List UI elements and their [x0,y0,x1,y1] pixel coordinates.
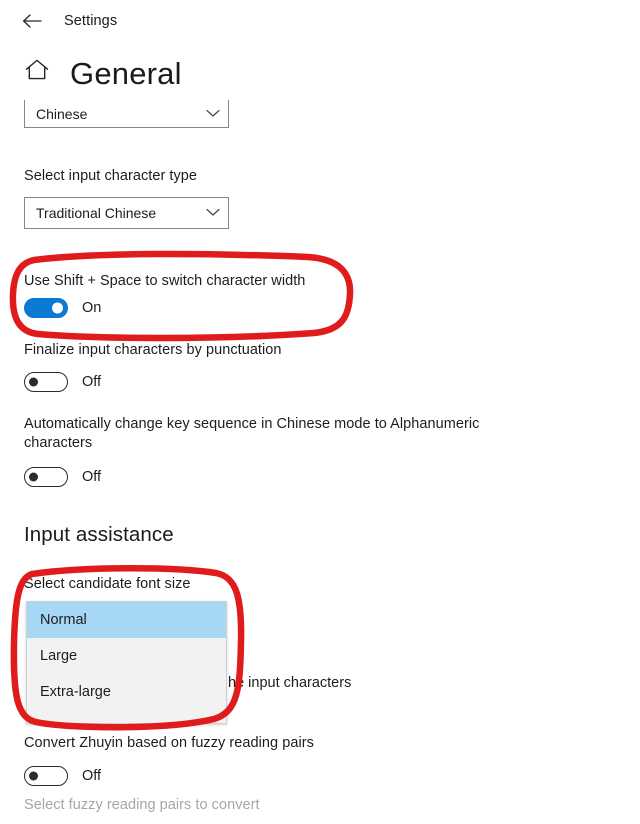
dropdown-option-normal[interactable]: Normal [27,602,226,638]
language-combobox-value: Chinese [36,105,88,122]
input-character-type-combobox[interactable]: Traditional Chinese [24,197,229,229]
input-character-type-value: Traditional Chinese [36,205,157,221]
dropdown-option-label: Extra-large [40,684,111,700]
auto-key-sequence-toggle[interactable] [24,467,68,487]
input-assistance-heading: Input assistance [24,523,174,546]
toggle-knob [52,302,63,314]
convert-zhuyin-label: Convert Zhuyin based on fuzzy reading pa… [24,735,314,751]
dropdown-option-label: Large [40,648,78,664]
dropdown-option-partial[interactable] [27,710,226,723]
toggle-knob [29,771,38,781]
chevron-down-icon [206,105,220,123]
shift-space-toggle-row: On [24,298,101,318]
shift-space-toggle[interactable] [24,298,68,318]
toggle-knob [29,472,38,482]
convert-zhuyin-toggle[interactable] [24,766,68,786]
auto-key-sequence-state: Off [82,469,102,485]
convert-zhuyin-toggle-row: Off [24,766,101,786]
candidate-font-size-label: Select candidate font size [24,576,191,592]
shift-space-label: Use Shift + Space to switch character wi… [24,273,306,289]
finalize-punctuation-state: Off [82,374,102,390]
auto-key-sequence-toggle-row: Off [24,467,101,487]
input-character-type-label: Select input character type [24,168,198,184]
shift-space-state: On [82,300,102,316]
dropdown-option-large[interactable]: Large [27,638,226,674]
finalize-punctuation-label: Finalize input characters by punctuation [24,342,282,358]
auto-key-sequence-label: Automatically change key sequence in Chi… [24,416,480,451]
finalize-punctuation-toggle-row: Off [24,372,101,392]
convert-zhuyin-state: Off [82,768,102,784]
language-combobox[interactable]: Chinese [24,100,229,128]
settings-window: Settings General Chinese Select input ch… [0,0,640,824]
candidate-font-size-dropdown[interactable]: Normal Large Extra-large [26,601,227,724]
toggle-knob [29,377,38,387]
obscured-setting-text: he input characters [228,675,352,691]
finalize-punctuation-toggle[interactable] [24,372,68,392]
dropdown-option-extra-large[interactable]: Extra-large [27,674,226,710]
chevron-down-icon [206,204,220,222]
fuzzy-pairs-link[interactable]: Select fuzzy reading pairs to convert [24,797,260,813]
settings-content: Chinese Select input character type Trad… [0,0,640,824]
dropdown-option-label: Normal [40,612,87,628]
